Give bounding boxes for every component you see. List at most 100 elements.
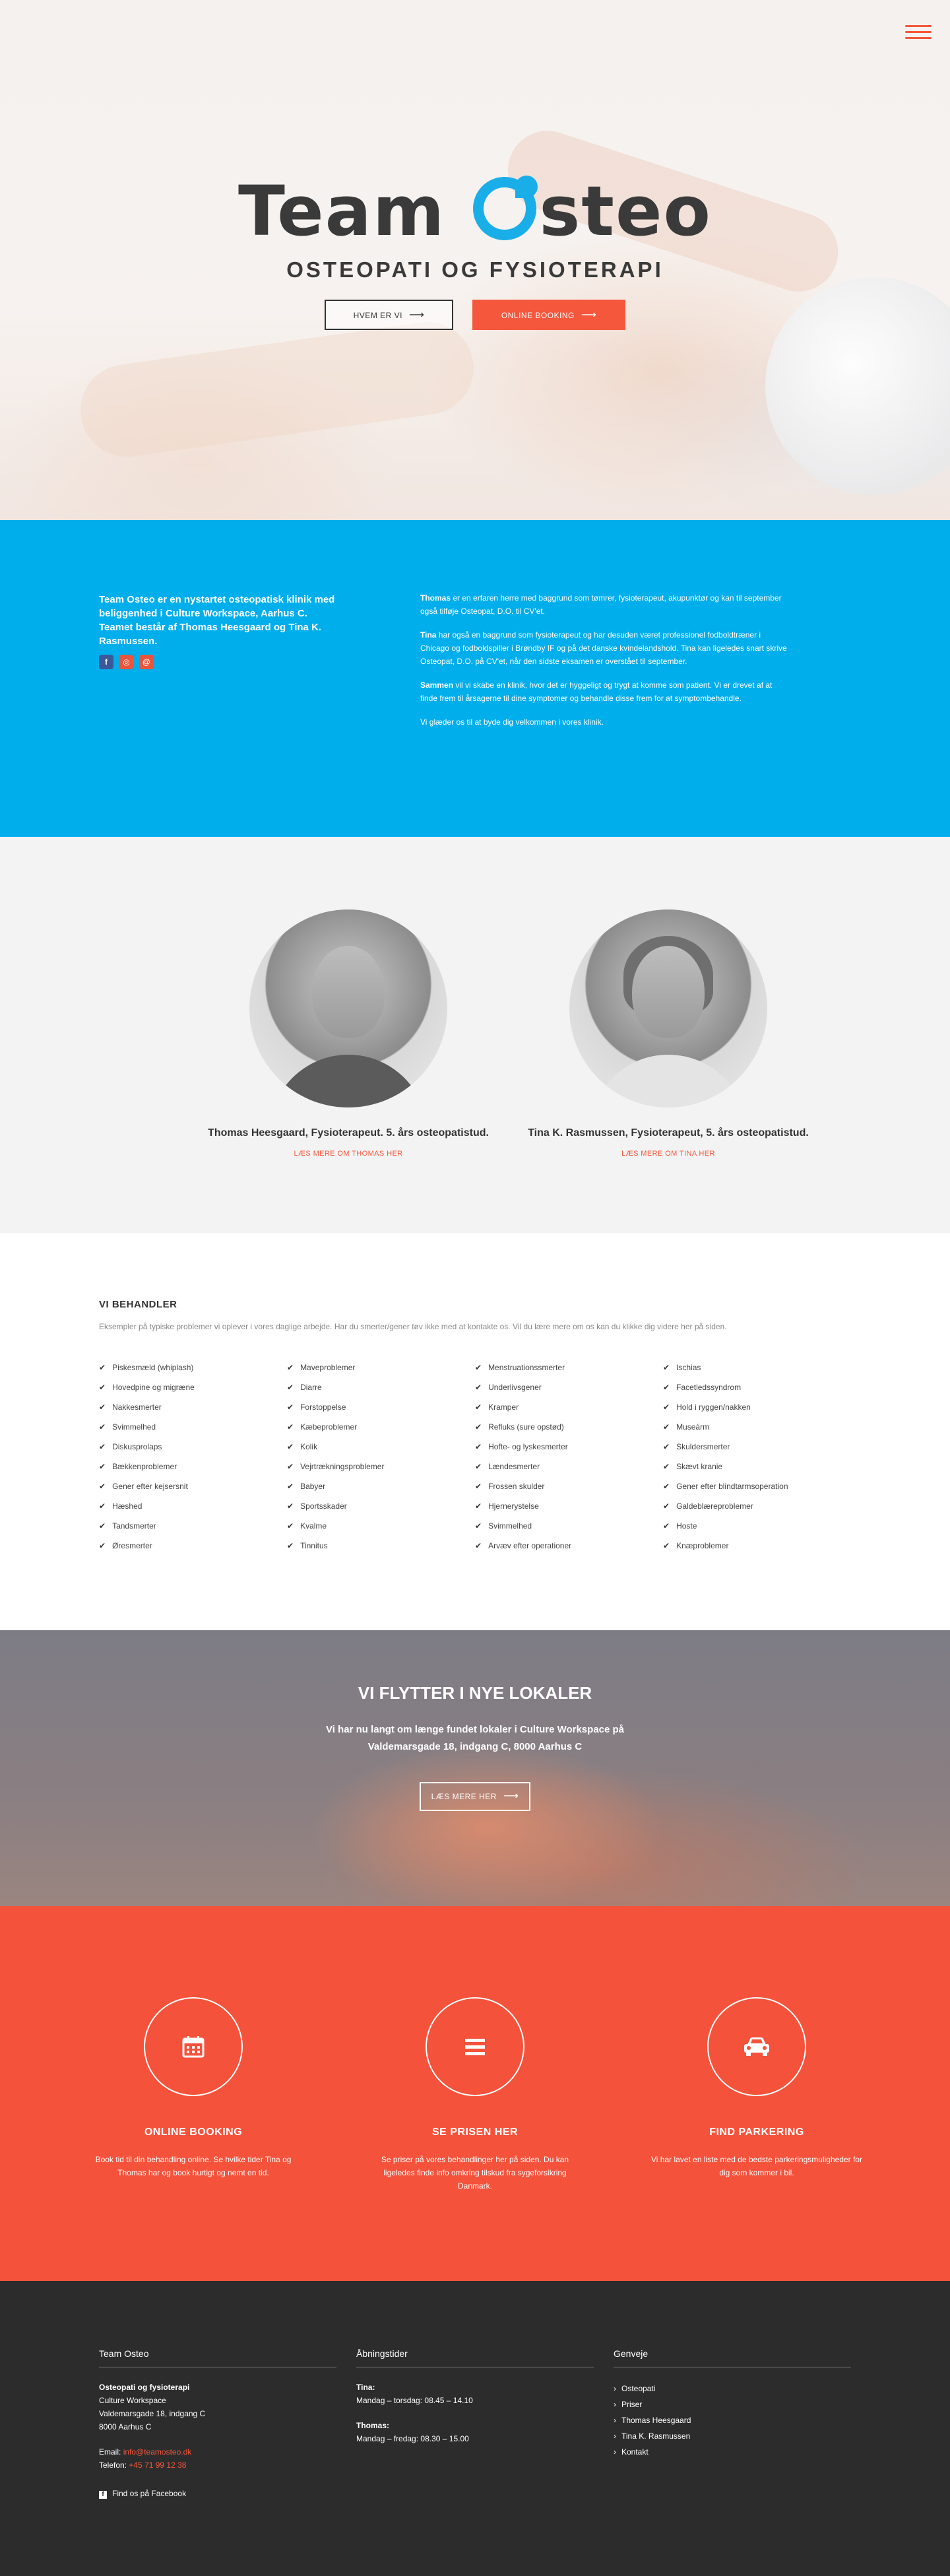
facebook-icon: f (99, 2491, 107, 2499)
team-section: Thomas Heesgaard, Fysioterapeut. 5. års … (0, 837, 950, 1233)
about-tina-paragraph: Tina har også en baggrund som fysioterap… (420, 628, 790, 668)
read-more-thomas-link[interactable]: LÆS MERE OM THOMAS HER (294, 1150, 402, 1158)
footer-address-1: Culture Workspace (99, 2396, 166, 2405)
logo-o-mark-icon (473, 176, 538, 240)
treatment-item: Hæshed (99, 1500, 287, 1519)
treatment-item: Hjernerystelse (475, 1500, 663, 1519)
social-links: f ◎ @ (99, 655, 336, 669)
treatment-item: Nakkesmerter (99, 1401, 287, 1420)
team-member-thomas: Thomas Heesgaard, Fysioterapeut. 5. års … (183, 909, 513, 1159)
footer-shortcuts-title: Genveje (614, 2348, 851, 2367)
footer-phone-label: Telefon: (99, 2460, 129, 2470)
new-location-banner: VI FLYTTER I NYE LOKALER Vi har nu langt… (0, 1630, 950, 1906)
treatment-item: Forstoppelse (287, 1401, 475, 1420)
features-section: ONLINE BOOKING Book tid til din behandli… (0, 1906, 950, 2281)
footer-phone-link[interactable]: +45 71 99 12 38 (129, 2460, 186, 2470)
prices-title: SE PRISEN HER (431, 2127, 519, 2138)
treatment-item: Arvæv efter operationer (475, 1539, 663, 1559)
about-tina-text: har også en baggrund som fysioterapeut o… (420, 630, 787, 666)
treatment-item: Galdeblæreproblemer (663, 1500, 851, 1519)
new-location-title: VI FLYTTER I NYE LOKALER (358, 1683, 592, 1703)
arrow-right-icon: ⟶ (581, 310, 597, 321)
hamburger-icon[interactable] (905, 25, 932, 42)
calendar-icon (182, 2036, 205, 2058)
footer-tina-hours: Mandag – torsdag: 08.45 – 14.10 (356, 2396, 473, 2405)
thomas-portrait (249, 909, 447, 1107)
online-booking-label: ONLINE BOOKING (501, 311, 575, 320)
treatments-column: MaveproblemerDiarreForstoppelseKæbeprobl… (287, 1361, 475, 1559)
footer-contact-title: Team Osteo (99, 2348, 336, 2367)
treatment-item: Skævt kranie (663, 1460, 851, 1480)
treatment-item: Refluks (sure opstød) (475, 1420, 663, 1440)
about-tina-name: Tina (420, 630, 437, 640)
thomas-hours-label: Thomas: (356, 2421, 390, 2430)
footer-phone: Telefon: +45 71 99 12 38 (99, 2459, 336, 2472)
footer-address-3: 8000 Aarhus C (99, 2422, 152, 2431)
logo-subtitle: OSTEOPATI OG FYSIOTERAPI (286, 257, 664, 282)
prices-circle[interactable] (426, 1997, 524, 2096)
read-more-tina-link[interactable]: LÆS MERE OM TINA HER (621, 1150, 715, 1158)
treatment-item: Babyer (287, 1480, 475, 1500)
tina-hours-label: Tina: (356, 2383, 375, 2392)
footer-company-name: Osteopati og fysioterapi (99, 2383, 190, 2392)
footer-shortcut-link[interactable]: Tina K. Rasmussen (614, 2428, 851, 2444)
about-intro: Team Osteo er en nystartet osteopatisk k… (99, 593, 336, 669)
read-more-button[interactable]: LÆS MERE HER ⟶ (420, 1782, 530, 1811)
site-logo[interactable]: Team steo OSTEOPATI OG FYSIOTERAPI (0, 176, 950, 282)
logo-osteo-text: steo (539, 171, 712, 251)
treatment-item: Piskesmæld (whiplash) (99, 1361, 287, 1381)
logo-wordmark: Team steo (0, 176, 950, 246)
treatment-item: Hold i ryggen/nakken (663, 1401, 851, 1420)
treatment-item: Vejrtrækningsproblemer (287, 1460, 475, 1480)
footer-thomas-hours: Mandag – fredag: 08.30 – 15.00 (356, 2434, 469, 2443)
treatment-item: Maveproblemer (287, 1361, 475, 1381)
footer-address-2: Valdemarsgade 18, indgang C (99, 2409, 206, 2418)
hero-background-leg (75, 315, 480, 463)
footer-opening-hours: Åbningstider Tina: Mandag – torsdag: 08.… (356, 2348, 594, 2445)
facebook-icon[interactable]: f (99, 655, 113, 669)
footer-thomas-label: Thomas: (356, 2419, 594, 2432)
arrow-right-icon: ⟶ (409, 310, 425, 321)
online-booking-circle[interactable] (144, 1997, 243, 2096)
who-are-we-button[interactable]: HVEM ER VI ⟶ (324, 300, 454, 330)
about-description: Thomas er en erfaren herre med baggrund … (420, 591, 790, 739)
instagram-icon[interactable]: ◎ (119, 655, 134, 669)
feature-online-booking: ONLINE BOOKING Book tid til din behandli… (75, 1997, 312, 2179)
feature-prices: SE PRISEN HER Se priser på vores behandl… (356, 1997, 594, 2193)
treatment-item: Hovedpine og migræne (99, 1381, 287, 1401)
online-booking-button[interactable]: ONLINE BOOKING ⟶ (472, 300, 626, 330)
hero-section: Team steo OSTEOPATI OG FYSIOTERAPI HVEM … (0, 0, 950, 520)
footer-shortcut-link[interactable]: Priser (614, 2396, 851, 2412)
list-icon (465, 2039, 485, 2055)
parking-title: FIND PARKERING (709, 2127, 804, 2138)
footer-shortcut-link[interactable]: Kontakt (614, 2444, 851, 2460)
treatments-columns: Piskesmæld (whiplash)Hovedpine og migræn… (99, 1361, 851, 1559)
about-thomas-name: Thomas (420, 593, 451, 603)
feature-parking: FIND PARKERING Vi har lavet en liste med… (638, 1997, 875, 2179)
online-booking-title: ONLINE BOOKING (144, 2127, 243, 2138)
footer-shortcut-list: OsteopatiPriserThomas HeesgaardTina K. R… (614, 2381, 851, 2460)
about-thomas-text: er en erfaren herre med baggrund som tøm… (420, 593, 782, 616)
treatment-item: Svimmelhed (99, 1420, 287, 1440)
mail-icon[interactable]: @ (139, 655, 154, 669)
logo-team-text: Team (238, 171, 446, 251)
treatment-item: Diskusprolaps (99, 1440, 287, 1460)
read-more-label: LÆS MERE HER (431, 1792, 497, 1801)
about-thomas-paragraph: Thomas er en erfaren herre med baggrund … (420, 591, 790, 618)
treatment-item: Tandsmerter (99, 1519, 287, 1539)
footer-email-label: Email: (99, 2447, 123, 2457)
treatment-item: Sportsskader (287, 1500, 475, 1519)
footer-email-link[interactable]: info@teamosteo.dk (123, 2447, 192, 2457)
treatment-item: Hofte- og lyskesmerter (475, 1440, 663, 1460)
treatments-column: MenstruationssmerterUnderlivsgenerKrampe… (475, 1361, 663, 1559)
treatment-item: Underlivsgener (475, 1381, 663, 1401)
footer-facebook-link[interactable]: f Find os på Facebook (99, 2489, 336, 2499)
parking-circle[interactable] (707, 1997, 806, 2096)
who-are-we-label: HVEM ER VI (353, 311, 402, 320)
footer-shortcut-link[interactable]: Osteopati (614, 2381, 851, 2396)
footer-company: Osteopati og fysioterapi (99, 2381, 336, 2394)
footer-contact: Team Osteo Osteopati og fysioterapi Cult… (99, 2348, 336, 2499)
car-icon (744, 2037, 769, 2056)
footer-shortcut-link[interactable]: Thomas Heesgaard (614, 2412, 851, 2428)
prices-text: Se priser på vores behandlinger her på s… (381, 2155, 569, 2191)
